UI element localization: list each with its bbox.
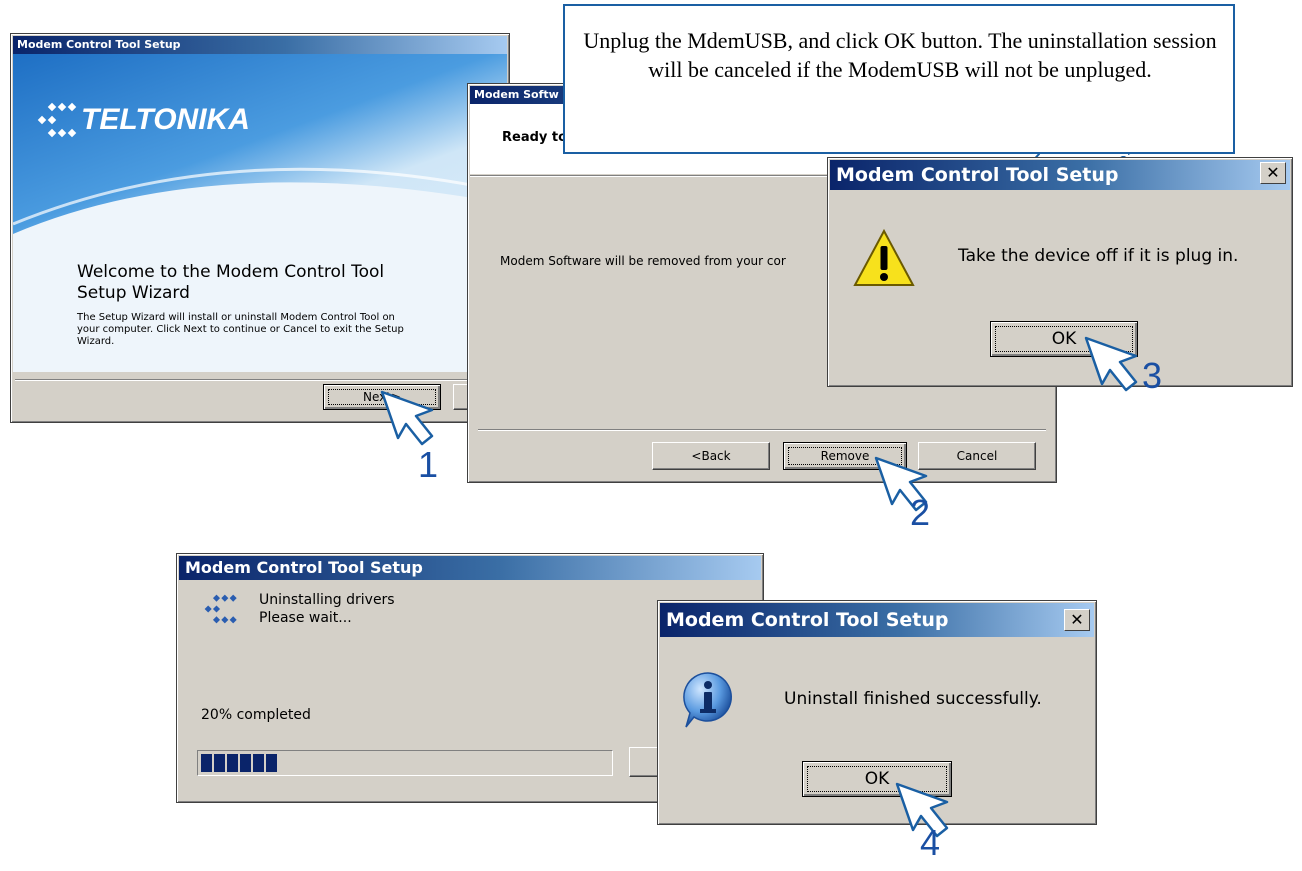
unplug-warning-close-button[interactable]: ✕ <box>1260 162 1286 184</box>
progress-block <box>201 754 212 772</box>
unplug-warning-message: Take the device off if it is plug in. <box>958 246 1239 266</box>
progress-bar <box>197 750 613 776</box>
welcome-banner: TELTONIKA Welcome to the Modem Control T… <box>13 54 507 372</box>
back-button-label: <Back <box>691 449 731 463</box>
welcome-wizard-titlebar: Modem Control Tool Setup <box>13 36 507 54</box>
progress-line1: Uninstalling drivers <box>259 592 395 608</box>
pointer-cursor-icon-1 <box>380 390 434 446</box>
unplug-warning-titlebar: Modem Control Tool Setup <box>830 160 1290 190</box>
ready-uninstall-body: Modem Software will be removed from your… <box>500 254 786 268</box>
step-number-4: 4 <box>920 822 941 863</box>
welcome-heading: Welcome to the Modem Control Tool Setup … <box>77 262 385 303</box>
uninstall-finished-close-button[interactable]: ✕ <box>1064 609 1090 631</box>
progress-block <box>266 754 277 772</box>
progress-status: 20% completed <box>201 707 311 723</box>
progress-block <box>253 754 264 772</box>
remove-button-label: Remove <box>820 449 870 463</box>
teltonika-logo-icon <box>37 102 77 138</box>
close-icon: ✕ <box>1266 163 1280 182</box>
uninstall-finished-dialog: Modem Control Tool Setup ✕ Uninstall fin… <box>657 600 1097 825</box>
warning-icon <box>853 228 915 286</box>
ok-button-step4-label: OK <box>864 769 890 789</box>
welcome-wizard-window: Modem Control Tool Setup TELTONIKA Welco… <box>10 33 510 423</box>
progress-line2: Please wait... <box>259 610 352 626</box>
callout-text: Unplug the MdemUSB, and click OK button.… <box>583 28 1217 82</box>
progress-bar-fill <box>201 754 277 772</box>
teltonika-logo-text: TELTONIKA <box>81 103 250 136</box>
step-number-2: 2 <box>910 492 931 533</box>
cancel-button[interactable]: Cancel <box>918 442 1036 470</box>
unplug-warning-dialog: Modem Control Tool Setup ✕ Take the devi… <box>827 157 1293 387</box>
ok-button-step3-label: OK <box>1051 329 1077 349</box>
teltonika-logo: TELTONIKA <box>31 102 250 138</box>
step-number-1: 1 <box>418 444 439 485</box>
info-icon <box>683 672 732 728</box>
back-button[interactable]: <Back <box>652 442 770 470</box>
uninstall-progress-titlebar: Modem Control Tool Setup <box>179 556 761 580</box>
cancel-button-label: Cancel <box>956 449 998 463</box>
welcome-separator <box>15 379 505 381</box>
progress-block <box>240 754 251 772</box>
progress-block <box>227 754 238 772</box>
step-number-3: 3 <box>1142 355 1163 396</box>
uninstall-finished-message: Uninstall finished successfully. <box>784 689 1042 709</box>
pointer-cursor-icon-3 <box>1084 336 1138 392</box>
uninstall-finished-titlebar: Modem Control Tool Setup <box>660 603 1094 637</box>
ready-uninstall-bottom-separator <box>478 429 1046 431</box>
callout-box: Unplug the MdemUSB, and click OK button.… <box>563 4 1235 154</box>
close-icon: ✕ <box>1070 610 1084 629</box>
progress-block <box>214 754 225 772</box>
teltonika-small-icon <box>204 594 237 624</box>
welcome-body: The Setup Wizard will install or uninsta… <box>77 312 404 347</box>
